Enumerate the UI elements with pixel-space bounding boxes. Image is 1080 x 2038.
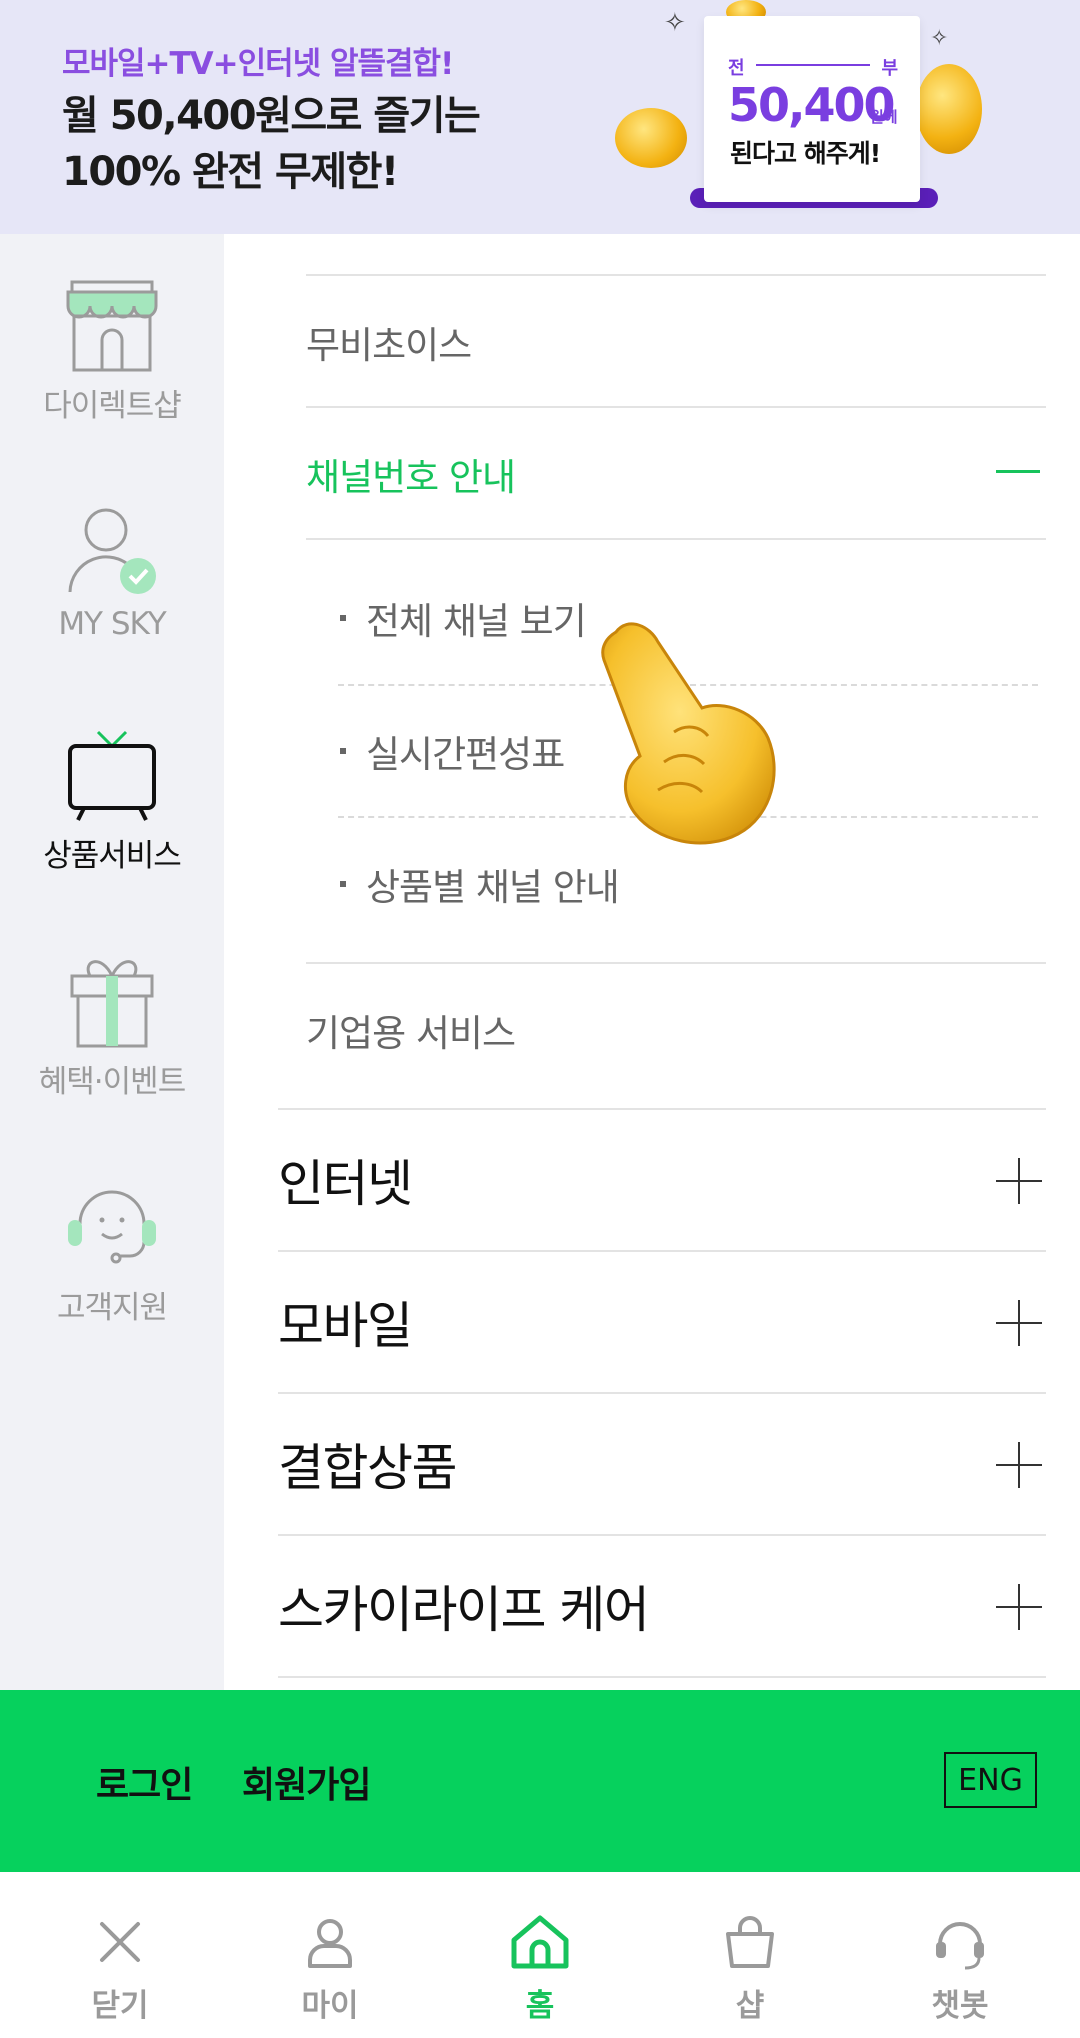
store-icon xyxy=(66,280,158,372)
nav-label: 샵 xyxy=(735,1988,765,2024)
sidebar-item-label: 상품서비스 xyxy=(43,838,182,874)
menu-item-channel-guide[interactable]: 채널번호 안내 xyxy=(306,408,1046,540)
sidebar-item-label: 혜택·이벤트 xyxy=(38,1064,186,1100)
menu-category-label: 스카이라이프 케어 xyxy=(278,1581,650,1639)
nav-close[interactable]: 닫기 xyxy=(50,1914,190,2025)
sparkle-icon: ✧ xyxy=(930,26,949,51)
collapse-icon xyxy=(996,470,1040,473)
account-bar: 로그인 회원가입 ENG xyxy=(0,1690,1080,1872)
sidebar-item-label: 고객지원 xyxy=(56,1290,168,1326)
menu-category-bundle[interactable]: 결합상품 xyxy=(278,1394,1046,1534)
menu-item-label: 실시간편성표 xyxy=(366,733,565,776)
menu-category-skylife-care[interactable]: 스카이라이프 케어 xyxy=(278,1536,1046,1676)
bullet-icon xyxy=(340,881,346,887)
bullet-icon xyxy=(340,615,346,621)
menu-category-mobile[interactable]: 모바일 xyxy=(278,1252,1046,1392)
nav-label: 마이 xyxy=(301,1988,359,2024)
menu-item-business-service[interactable]: 기업용 서비스 xyxy=(306,964,1046,1096)
menu-item-label: 채널번호 안내 xyxy=(306,456,516,499)
close-icon xyxy=(100,1922,140,1962)
pointing-hand-icon xyxy=(601,622,776,845)
sidebar-item-support[interactable]: 고객지원 xyxy=(0,1180,224,1327)
menu-item-label: 전체 채널 보기 xyxy=(366,600,587,643)
coin-icon xyxy=(615,108,687,168)
expand-icon xyxy=(996,1584,1042,1630)
sidebar-item-products[interactable]: 상품서비스 xyxy=(0,728,224,875)
receipt-card: 전 부 50,400 원에 된다고 해주게! xyxy=(704,16,920,202)
promo-banner[interactable]: 모바일+TV+인터넷 알뜰결합! 월 50,400원으로 즐기는 100% 완전… xyxy=(0,0,1080,234)
home-icon xyxy=(511,1915,569,1969)
menu-category-label: 인터넷 xyxy=(278,1155,413,1213)
sidebar-item-label: MY SKY xyxy=(58,606,166,642)
menu-category-label: 모바일 xyxy=(278,1297,413,1355)
nav-my[interactable]: 마이 xyxy=(260,1914,400,2025)
expand-icon xyxy=(996,1300,1042,1346)
sparkle-icon: ✧ xyxy=(664,8,686,38)
menu-item-movie-choice[interactable]: 무비초이스 xyxy=(306,276,1046,408)
menu-category-label: 결합상품 xyxy=(278,1439,458,1497)
bullet-icon xyxy=(340,748,346,754)
banner-title-line2: 100% 완전 무제한! xyxy=(62,149,399,195)
category-sidebar: 다이렉트샵 MY SKY 상품서비스 혜택·이벤트 고객지원 xyxy=(0,234,224,1690)
nav-label: 닫기 xyxy=(91,1988,149,2024)
banner-title-line1: 월 50,400원으로 즐기는 xyxy=(62,93,481,139)
language-toggle-button[interactable]: ENG xyxy=(944,1752,1037,1808)
banner-subtitle: 모바일+TV+인터넷 알뜰결합! xyxy=(62,46,454,82)
signup-link[interactable]: 회원가입 xyxy=(242,1756,371,1808)
menu-panel: 무비초이스 채널번호 안내 전체 채널 보기 실시간편성표 상품별 채널 안내 … xyxy=(224,234,1080,1690)
nav-home[interactable]: 홈 xyxy=(470,1914,610,2025)
user-check-icon xyxy=(68,508,156,594)
menu-item-label: 무비초이스 xyxy=(306,324,472,367)
nav-shop[interactable]: 샵 xyxy=(680,1914,820,2025)
receipt-left-label: 전 xyxy=(728,58,745,79)
shopping-bag-icon xyxy=(726,1916,774,1968)
sidebar-item-direct-shop[interactable]: 다이렉트샵 xyxy=(0,278,224,425)
receipt-caption: 된다고 해주게! xyxy=(730,139,881,168)
coin-icon xyxy=(916,64,982,154)
receipt-amount: 50,400 xyxy=(728,78,896,132)
divider xyxy=(306,538,1046,540)
receipt-unit: 원에 xyxy=(870,108,898,126)
nav-label: 홈 xyxy=(525,1988,555,2024)
divider xyxy=(278,1676,1046,1678)
expand-icon xyxy=(996,1442,1042,1488)
nav-label: 챗봇 xyxy=(931,1988,989,2024)
headset-icon xyxy=(68,1190,156,1264)
gift-icon xyxy=(70,960,154,1048)
sidebar-item-label: 다이렉트샵 xyxy=(43,388,182,424)
menu-item-label: 기업용 서비스 xyxy=(306,1012,516,1055)
sidebar-item-my-sky[interactable]: MY SKY xyxy=(0,504,224,642)
menu-category-internet[interactable]: 인터넷 xyxy=(278,1110,1046,1250)
expand-icon xyxy=(996,1158,1042,1204)
nav-chatbot[interactable]: 챗봇 xyxy=(890,1914,1030,2025)
headset-icon xyxy=(936,1922,984,1970)
person-icon xyxy=(308,1919,352,1968)
sidebar-item-benefits[interactable]: 혜택·이벤트 xyxy=(0,954,224,1101)
login-link[interactable]: 로그인 xyxy=(96,1756,193,1808)
receipt-right-label: 부 xyxy=(881,58,898,79)
banner-title: 월 50,400원으로 즐기는 100% 완전 무제한! xyxy=(62,88,481,200)
menu-item-label: 상품별 채널 안내 xyxy=(366,866,620,909)
tv-icon xyxy=(68,730,156,821)
bottom-navigation: 닫기 마이 홈 샵 챗봇 xyxy=(0,1872,1080,2038)
